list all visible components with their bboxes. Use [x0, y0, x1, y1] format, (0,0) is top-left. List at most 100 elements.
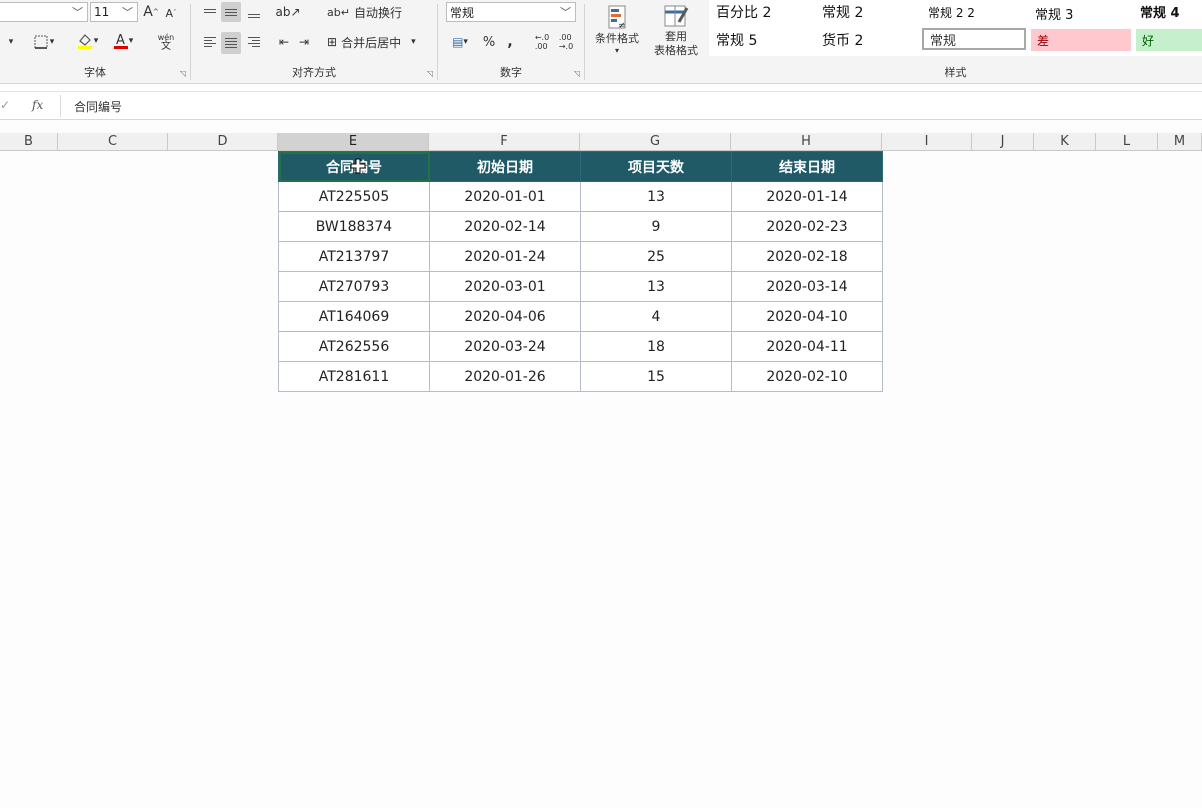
styles-group: ≠ 条件格式 ▾ 套用 表格格式 百分比 2 常规 2 常规 2 2 常规 3 … — [585, 0, 1202, 84]
fill-color-button[interactable]: ▾ — [72, 30, 102, 52]
alignment-group: ab↗ ab↵ 自动换行 ⇤ ⇥ ⊞ 合并后居中 ▾ 对齐方式 ◹ — [191, 0, 437, 84]
insert-function-icon[interactable]: fx — [32, 98, 43, 112]
column-header-i[interactable]: I — [882, 133, 972, 151]
table-cell[interactable]: AT213797 — [278, 241, 430, 272]
separator — [60, 95, 61, 117]
comma-style-button[interactable]: , — [502, 32, 518, 52]
table-cell[interactable]: 2020-01-24 — [429, 241, 581, 272]
chevron-down-icon: ﹀ — [72, 6, 83, 19]
font-color-button[interactable]: A ▾ — [108, 30, 138, 52]
wrap-text-button[interactable]: ab↵ 自动换行 — [327, 2, 407, 22]
conditional-format-button[interactable]: ≠ 条件格式 ▾ — [591, 0, 643, 58]
font-group: ﹀ 11 ﹀ A ^ Aˇ ▾ ▾ ▾ A ▾ wén 文 字体 ◹ — [0, 0, 190, 84]
style-normal-2-2[interactable]: 常规 2 2 — [928, 4, 975, 21]
dropdown-arrow-icon: ▾ — [411, 37, 416, 47]
decrease-indent-icon[interactable]: ⇤ — [275, 32, 293, 52]
header-cell-project-days[interactable]: 项目天数 — [580, 151, 732, 182]
align-top-icon[interactable] — [201, 2, 219, 20]
phonetic-button[interactable]: wén 文 — [150, 30, 182, 54]
column-header-d[interactable]: D — [168, 133, 278, 151]
table-row: AT262556 2020-03-24 18 2020-04-11 — [278, 331, 883, 362]
style-good[interactable]: 好 — [1136, 29, 1202, 51]
align-bottom-icon[interactable] — [245, 2, 263, 22]
style-normal[interactable]: 常规 — [922, 28, 1026, 50]
table-cell[interactable]: BW188374 — [278, 211, 430, 242]
table-cell[interactable]: 13 — [580, 181, 732, 212]
number-format-box[interactable]: 常规 ﹀ — [446, 2, 576, 22]
table-cell[interactable]: AT270793 — [278, 271, 430, 302]
increase-decimal-icon[interactable]: ←.0.00 — [532, 32, 552, 52]
column-header-l[interactable]: L — [1096, 133, 1158, 151]
style-currency-2[interactable]: 货币 2 — [822, 30, 863, 50]
conditional-format-label: 条件格式 — [595, 31, 639, 45]
borders-button[interactable]: ▾ — [30, 32, 58, 52]
table-cell[interactable]: AT281611 — [278, 361, 430, 392]
column-header-b[interactable]: B — [0, 133, 58, 151]
shrink-font-label: A — [165, 6, 174, 20]
header-cell-start-date[interactable]: 初始日期 — [429, 151, 581, 182]
style-percent-2[interactable]: 百分比 2 — [716, 2, 771, 22]
column-header-h[interactable]: H — [731, 133, 882, 151]
column-header-f[interactable]: F — [429, 133, 580, 151]
formula-input[interactable]: 合同编号 — [74, 98, 122, 115]
column-header-j[interactable]: J — [972, 133, 1034, 151]
table-cell[interactable]: 18 — [580, 331, 732, 362]
table-cell[interactable]: AT225505 — [278, 181, 430, 212]
table-cell[interactable]: 2020-02-10 — [731, 361, 883, 392]
table-cell[interactable]: 9 — [580, 211, 732, 242]
table-cell[interactable]: 2020-02-18 — [731, 241, 883, 272]
column-header-g[interactable]: G — [580, 133, 731, 151]
orientation-button[interactable]: ab↗ — [275, 2, 301, 22]
style-normal-5[interactable]: 常规 5 — [716, 30, 757, 50]
table-cell[interactable]: 2020-02-23 — [731, 211, 883, 242]
decrease-decimal-icon[interactable]: .00 →.0 — [556, 32, 576, 52]
table-cell[interactable]: 2020-04-10 — [731, 301, 883, 332]
align-right-icon[interactable] — [245, 32, 263, 52]
column-header-k[interactable]: K — [1034, 133, 1096, 151]
table-cell[interactable]: 2020-03-14 — [731, 271, 883, 302]
table-cell[interactable]: AT262556 — [278, 331, 430, 362]
style-bad[interactable]: 差 — [1031, 29, 1131, 51]
merge-center-button[interactable]: ⊞ 合并后居中 ▾ — [327, 32, 427, 52]
shrink-font-button[interactable]: Aˇ — [163, 4, 179, 22]
style-normal-4[interactable]: 常规 4 — [1140, 2, 1180, 21]
font-size-box[interactable]: 11 ﹀ — [90, 2, 138, 22]
check-icon[interactable]: ✓ — [0, 98, 10, 112]
table-cell[interactable]: 25 — [580, 241, 732, 272]
table-cell[interactable]: 13 — [580, 271, 732, 302]
column-header-c[interactable]: C — [58, 133, 168, 151]
comma-label: , — [507, 34, 513, 50]
table-cell[interactable]: 2020-02-14 — [429, 211, 581, 242]
align-left-icon[interactable] — [201, 32, 219, 52]
dialog-launcher-icon[interactable]: ◹ — [574, 69, 580, 78]
dropdown-arrow-icon[interactable]: ▾ — [4, 32, 18, 52]
format-as-table-button[interactable]: 套用 表格格式 — [645, 0, 707, 60]
accounting-format-button[interactable]: ▤ ▾ — [446, 32, 474, 52]
align-center-icon[interactable] — [221, 32, 241, 54]
svg-text:A: A — [116, 33, 125, 48]
table-cell[interactable]: 2020-01-14 — [731, 181, 883, 212]
table-cell[interactable]: 2020-01-01 — [429, 181, 581, 212]
dialog-launcher-icon[interactable]: ◹ — [427, 69, 433, 78]
table-cell[interactable]: 2020-01-26 — [429, 361, 581, 392]
table-cell[interactable]: 4 — [580, 301, 732, 332]
style-normal-3[interactable]: 常规 3 — [1035, 4, 1073, 23]
table-cell[interactable]: 2020-04-06 — [429, 301, 581, 332]
increase-indent-icon[interactable]: ⇥ — [295, 32, 313, 52]
table-cell[interactable]: AT164069 — [278, 301, 430, 332]
table-cell[interactable]: 2020-04-11 — [731, 331, 883, 362]
grow-font-button[interactable]: A ^ — [142, 2, 160, 22]
text-orientation-icon: ab↗ — [275, 5, 301, 19]
table-cell[interactable]: 2020-03-24 — [429, 331, 581, 362]
dialog-launcher-icon[interactable]: ◹ — [180, 69, 186, 78]
column-header-e[interactable]: E — [278, 133, 429, 151]
percent-label: % — [482, 34, 496, 50]
table-cell[interactable]: 15 — [580, 361, 732, 392]
column-header-m[interactable]: M — [1158, 133, 1202, 151]
font-name-box[interactable]: ﹀ — [0, 2, 88, 22]
style-normal-2[interactable]: 常规 2 — [822, 2, 863, 22]
percent-style-button[interactable]: % — [480, 32, 498, 52]
table-cell[interactable]: 2020-03-01 — [429, 271, 581, 302]
header-cell-end-date[interactable]: 结束日期 — [731, 151, 883, 182]
align-middle-icon[interactable] — [221, 2, 241, 22]
